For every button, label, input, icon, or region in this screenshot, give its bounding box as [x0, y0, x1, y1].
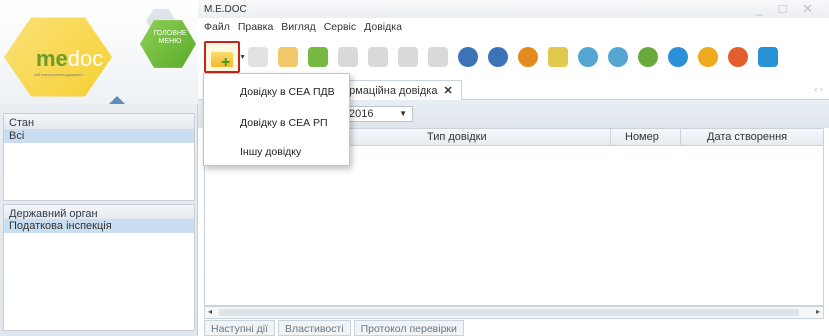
- column-header-type[interactable]: Тип довідки: [427, 131, 487, 143]
- folder-delete-icon[interactable]: [278, 47, 298, 67]
- window-title: M.E.DOC: [204, 4, 247, 15]
- window-controls[interactable]: _ □ ✕: [756, 1, 819, 17]
- status-section-header[interactable]: Стан: [3, 113, 195, 130]
- menu-service[interactable]: Сервіс: [324, 21, 356, 35]
- column-divider: [680, 129, 681, 146]
- doc-arrow-icon[interactable]: [428, 47, 448, 67]
- tab-next-actions[interactable]: Наступні дії: [204, 320, 275, 336]
- new-document-button[interactable]: + ▼: [204, 41, 246, 73]
- left-navigation-panel: medoc мій електронний документ ГОЛОВНЕ М…: [0, 0, 198, 336]
- disk-icon[interactable]: [578, 47, 598, 67]
- scroll-left-icon[interactable]: ◂: [208, 307, 212, 316]
- horizontal-scrollbar[interactable]: ◂ ▸: [204, 306, 824, 319]
- dropdown-arrow-icon[interactable]: ▼: [239, 54, 246, 61]
- close-icon[interactable]: ✕: [443, 85, 452, 97]
- check-icon[interactable]: [608, 47, 628, 67]
- menu-item-certificate-vat[interactable]: Довідку в СЕА ПДВ: [240, 86, 335, 98]
- print-icon[interactable]: [488, 47, 508, 67]
- web-icon[interactable]: [758, 47, 778, 67]
- green-doc-icon[interactable]: [308, 47, 328, 67]
- logo-me: me: [36, 46, 68, 71]
- scroll-right-icon[interactable]: ▸: [816, 307, 820, 316]
- year-select[interactable]: 2016 ▼: [343, 106, 413, 122]
- year-value: 2016: [349, 108, 374, 120]
- globe-icon[interactable]: [668, 47, 688, 67]
- menu-bar: Файл Правка Вигляд Сервіс Довідка: [198, 18, 829, 38]
- box-icon[interactable]: [518, 47, 538, 67]
- gear-icon[interactable]: [458, 47, 478, 67]
- logo-area: medoc мій електронний документ ГОЛОВНЕ М…: [0, 0, 198, 104]
- plus-icon: +: [221, 54, 231, 71]
- column-header-created-date[interactable]: Дата створення: [707, 131, 787, 143]
- doc-list-icon[interactable]: [398, 47, 418, 67]
- menu-edit[interactable]: Правка: [238, 21, 273, 35]
- menu-item-certificate-rp[interactable]: Довідку в СЕА РП: [240, 117, 328, 129]
- archive-icon[interactable]: [548, 47, 568, 67]
- home-menu-label: ГОЛОВНЕ МЕНЮ: [153, 30, 187, 45]
- toolbar: + ▼: [198, 38, 829, 76]
- panel-pointer: [108, 96, 126, 104]
- authority-list: Податкова інспекція: [3, 219, 195, 331]
- doc-add-icon[interactable]: [368, 47, 388, 67]
- column-header-number[interactable]: Номер: [625, 131, 659, 143]
- tab-scroll-icons[interactable]: ‹ ›: [815, 84, 824, 94]
- folder-icon[interactable]: [248, 47, 268, 67]
- title-bar: M.E.DOC _ □ ✕: [198, 0, 829, 18]
- main-window: M.E.DOC _ □ ✕ Файл Правка Вигляд Сервіс …: [198, 0, 829, 336]
- chevron-down-icon: ▼: [399, 109, 407, 118]
- menu-view[interactable]: Вигляд: [281, 21, 315, 35]
- refresh-icon[interactable]: [638, 47, 658, 67]
- bottom-tab-bar: Наступні дії Властивості Протокол переві…: [204, 320, 467, 336]
- logo-subtitle: мій електронний документ: [34, 72, 84, 77]
- menu-item-other-certificate[interactable]: Іншу довідку: [240, 146, 301, 158]
- chat-icon[interactable]: [728, 47, 748, 67]
- menu-file[interactable]: Файл: [204, 21, 230, 35]
- new-document-dropdown: Довідку в СЕА ПДВ Довідку в СЕА РП Іншу …: [203, 73, 350, 166]
- menu-help[interactable]: Довідка: [364, 21, 402, 35]
- logo-doc: doc: [67, 46, 104, 71]
- logo: medoc: [36, 48, 103, 70]
- tab-check-protocol[interactable]: Протокол перевірки: [353, 320, 464, 336]
- gray-doc-icon[interactable]: [338, 47, 358, 67]
- tab-properties[interactable]: Властивості: [277, 320, 351, 336]
- column-divider: [610, 129, 611, 146]
- help-icon[interactable]: [698, 47, 718, 67]
- scroll-thumb[interactable]: [219, 309, 799, 316]
- status-item-all[interactable]: Всі: [4, 129, 194, 143]
- authority-item-tax-inspection[interactable]: Податкова інспекція: [4, 219, 194, 233]
- tab-label: ормаційна довідка: [343, 85, 438, 97]
- status-list: Всі: [3, 129, 195, 201]
